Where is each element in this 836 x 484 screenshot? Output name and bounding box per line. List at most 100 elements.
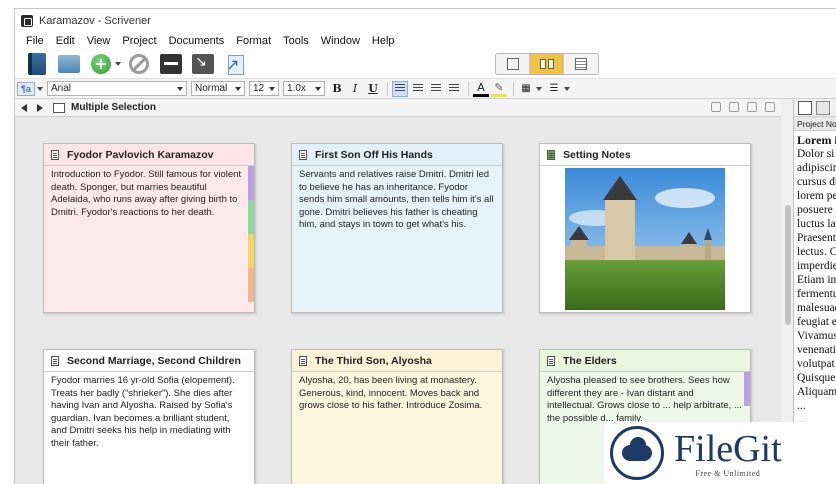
card-header: Setting Notes (540, 144, 750, 166)
collections-button[interactable] (57, 52, 81, 76)
label-color-swatch (248, 166, 254, 200)
add-dropdown-icon[interactable] (115, 61, 121, 66)
fullscreen-icon (192, 53, 214, 74)
label-strip (248, 166, 254, 302)
card-synopsis[interactable]: Alyosha, 20, has been living at monaster… (292, 372, 502, 484)
notes-line: Vivamus v (797, 330, 836, 342)
styles-icon[interactable]: ¶a (17, 81, 35, 96)
line-spacing-select[interactable]: 1.0x (283, 81, 325, 96)
card-title: Setting Notes (563, 148, 631, 161)
index-card[interactable]: Second Marriage, Second Children Fyodor … (43, 349, 255, 484)
index-card[interactable]: Setting Notes (539, 143, 751, 313)
menu-project[interactable]: Project (116, 35, 162, 47)
add-button[interactable]: + (89, 52, 113, 76)
keywords-icon (160, 53, 182, 74)
notes-tab-icon[interactable] (798, 100, 812, 115)
editor-title: Multiple Selection (71, 102, 157, 113)
label-color-swatch (248, 268, 254, 302)
cloud-icon (622, 437, 652, 461)
list-dropdown-icon[interactable] (564, 86, 570, 91)
index-card[interactable]: The Third Son, Alyosha Alyosha, 20, has … (291, 349, 503, 484)
card-title: Second Marriage, Second Children (67, 354, 241, 367)
notes-line: volutpat lo (797, 358, 836, 370)
index-card[interactable]: Fyodor Pavlovich Karamazov Introduction … (43, 143, 255, 313)
font-select[interactable]: Arial (47, 81, 187, 96)
align-justify-button[interactable] (428, 81, 444, 97)
style-select[interactable]: Normal (191, 81, 245, 96)
menu-edit[interactable]: Edit (50, 35, 81, 47)
trash-button[interactable] (127, 52, 151, 76)
split-horizontal-icon[interactable] (765, 102, 775, 112)
add-icon: + (91, 53, 111, 74)
arrow-down-icon[interactable] (729, 102, 739, 112)
arrow-up-icon[interactable] (711, 102, 721, 112)
forward-arrow-icon[interactable] (37, 103, 43, 112)
menu-documents[interactable]: Documents (163, 35, 231, 47)
notes-line: Aliquam p (797, 386, 836, 398)
italic-button[interactable]: I (347, 81, 363, 97)
align-left-button[interactable] (392, 80, 408, 97)
scrivenings-view-button[interactable] (496, 54, 530, 74)
text-color-button[interactable]: A (473, 81, 489, 97)
index-card[interactable]: First Son Off His Hands Servants and rel… (291, 143, 503, 313)
menu-tools[interactable]: Tools (277, 35, 315, 47)
label-color-swatch (744, 372, 750, 406)
project-notes-header[interactable]: Project Notes (794, 117, 836, 131)
notes-line: Praesent a (797, 232, 836, 244)
styles-dropdown-icon[interactable] (37, 86, 43, 91)
card-synopsis-text: Fyodor marries 16 yr-old Sofia (elopemen… (51, 375, 235, 449)
outliner-icon (575, 58, 587, 70)
split-vertical-icon[interactable] (747, 102, 757, 112)
font-select-value: Arial (51, 83, 72, 94)
window-title: Karamazov - Scrivener (39, 15, 151, 27)
notes-line: feugiat era (797, 316, 836, 328)
notes-line: ... (797, 400, 806, 412)
align-center-icon (413, 84, 423, 93)
card-synopsis[interactable]: Servants and relatives raise Dmitri. Dmi… (292, 166, 502, 312)
keywords-button[interactable] (159, 52, 183, 76)
align-right-icon (449, 84, 459, 93)
align-center-button[interactable] (410, 81, 426, 97)
size-select[interactable]: 12 (249, 81, 279, 96)
bookmarks-tab-icon[interactable] (816, 100, 830, 115)
align-justify-icon (431, 84, 441, 93)
watermark-tagline: Free & Unlimited (695, 468, 761, 478)
list-button[interactable]: ☰ (546, 81, 562, 97)
menu-view[interactable]: View (81, 35, 117, 47)
separator (513, 81, 514, 96)
back-arrow-icon[interactable] (21, 103, 27, 112)
menu-help[interactable]: Help (366, 35, 401, 47)
notes-line: lorem pelle (797, 190, 836, 202)
card-image-area[interactable] (540, 166, 750, 312)
compile-button[interactable] (223, 52, 247, 76)
table-button[interactable]: ▦ (518, 81, 534, 97)
notes-line: luctus laore (797, 218, 836, 230)
inspector-tabs (794, 99, 836, 117)
outliner-view-button[interactable] (564, 54, 598, 74)
card-synopsis-text: Servants and relatives raise Dmitri. Dmi… (299, 169, 494, 231)
bold-button[interactable]: B (329, 81, 345, 97)
notes-line: adipiscing (797, 162, 836, 174)
align-right-button[interactable] (446, 81, 462, 97)
document-icon (51, 355, 59, 366)
menu-file[interactable]: File (20, 35, 50, 47)
underline-button[interactable]: U (365, 81, 381, 97)
corkboard-view-button[interactable] (530, 54, 564, 74)
scrollbar-thumb[interactable] (785, 205, 791, 325)
card-synopsis-text: Alyosha, 20, has been living at monaster… (299, 375, 483, 412)
card-synopsis[interactable]: Introduction to Fyodor. Still famous for… (44, 166, 254, 312)
binder-button[interactable] (25, 52, 49, 76)
card-synopsis[interactable]: Fyodor marries 16 yr-old Sofia (elopemen… (44, 372, 254, 484)
selection-icon (53, 102, 65, 113)
fullscreen-button[interactable] (191, 52, 215, 76)
scrivener-app-icon (21, 15, 33, 27)
menu-format[interactable]: Format (230, 35, 277, 47)
project-notes-text[interactable]: Lorem ips Dolor si adipiscing cursus dui lo… (794, 131, 836, 429)
menu-window[interactable]: Window (315, 35, 366, 47)
notes-line: imperdiet. (797, 260, 836, 272)
table-dropdown-icon[interactable] (536, 86, 542, 91)
highlight-button[interactable]: ✎ (491, 81, 507, 97)
notes-line: Etiam in (797, 274, 836, 286)
notes-line: venenatis e (797, 344, 836, 356)
document-icon (299, 149, 307, 160)
